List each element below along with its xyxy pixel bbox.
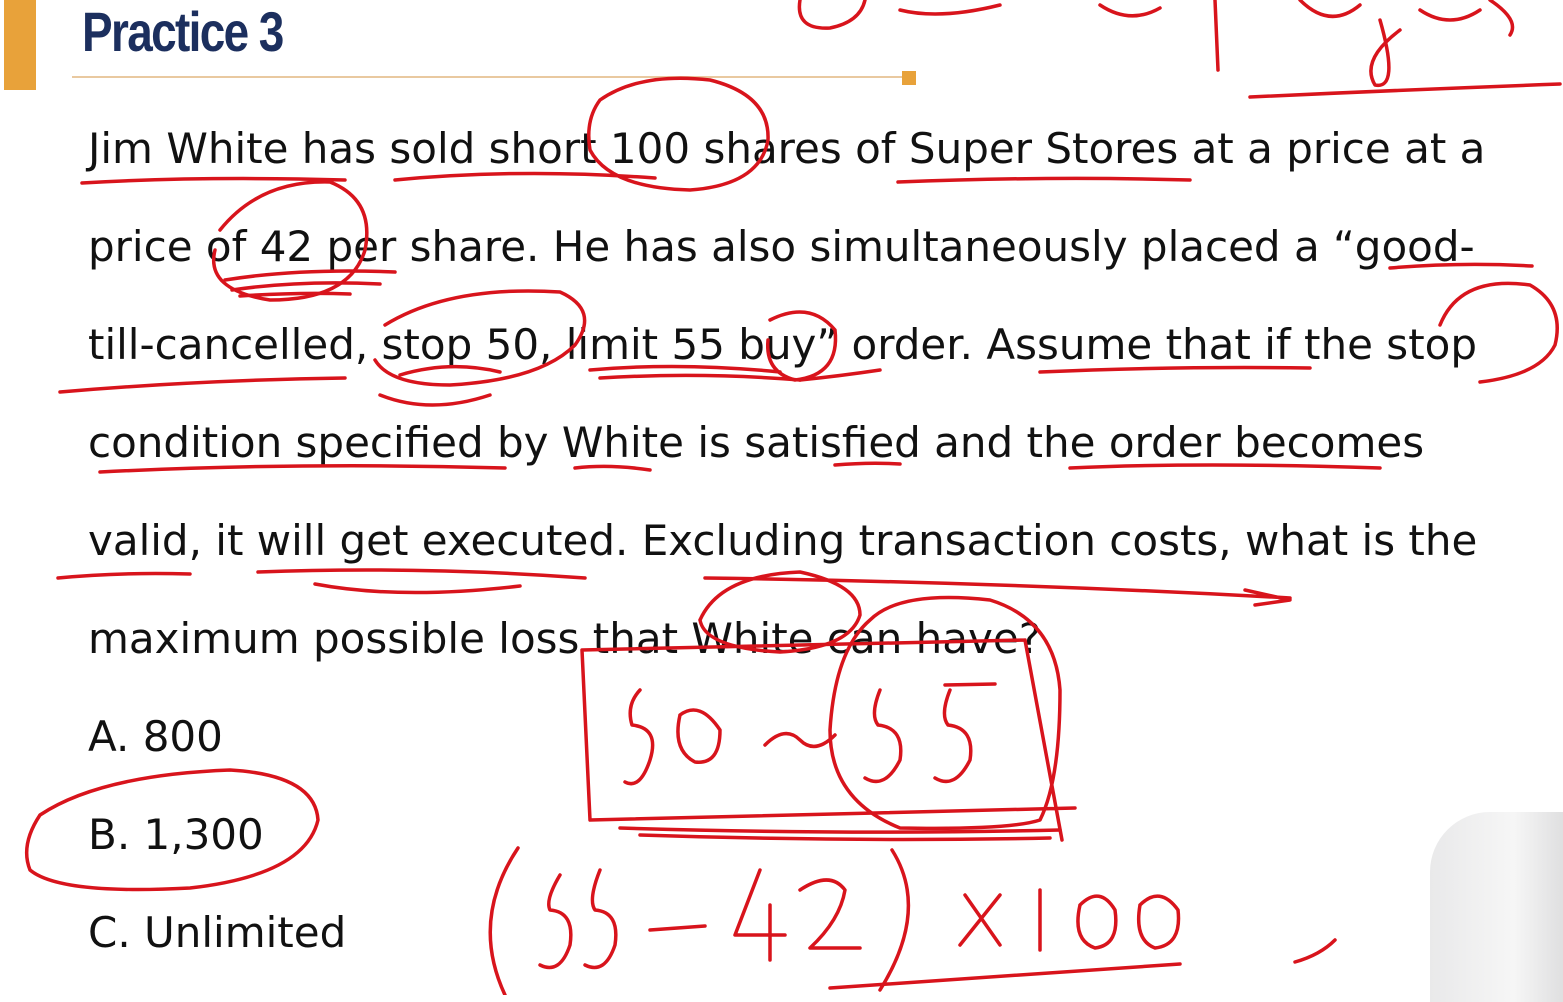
option-a[interactable]: A. 800 — [88, 706, 346, 804]
ink-underline — [828, 962, 1182, 990]
title-underline — [72, 76, 908, 78]
question-line: valid, it will get executed. Excluding t… — [88, 516, 1478, 565]
ink-box-underline — [618, 826, 1062, 842]
question-text: Jim White has sold short 100 shares of S… — [88, 118, 1485, 706]
title-underline-dot — [902, 71, 916, 85]
option-c[interactable]: C. Unlimited — [88, 902, 346, 1000]
question-line: condition specified by White is satisfie… — [88, 418, 1425, 467]
ink-handwritten-formula — [488, 846, 1181, 995]
presenter-video-thumbnail — [1430, 812, 1563, 1002]
question-line: till-cancelled, stop 50, limit 55 buy” o… — [88, 320, 1478, 369]
question-line: maximum possible loss that White can hav… — [88, 614, 1042, 663]
ink-scribble — [1293, 938, 1337, 964]
slide-title: Practice 3 — [82, 0, 284, 63]
option-b[interactable]: B. 1,300 — [88, 804, 346, 902]
answer-options: A. 800 B. 1,300 C. Unlimited — [88, 706, 346, 1000]
question-line: Jim White has sold short 100 shares of S… — [88, 124, 1486, 173]
question-line: price of 42 per share. He has also simul… — [88, 222, 1475, 271]
ink-underline-top — [1248, 82, 1562, 99]
title-accent-bar — [4, 0, 36, 90]
